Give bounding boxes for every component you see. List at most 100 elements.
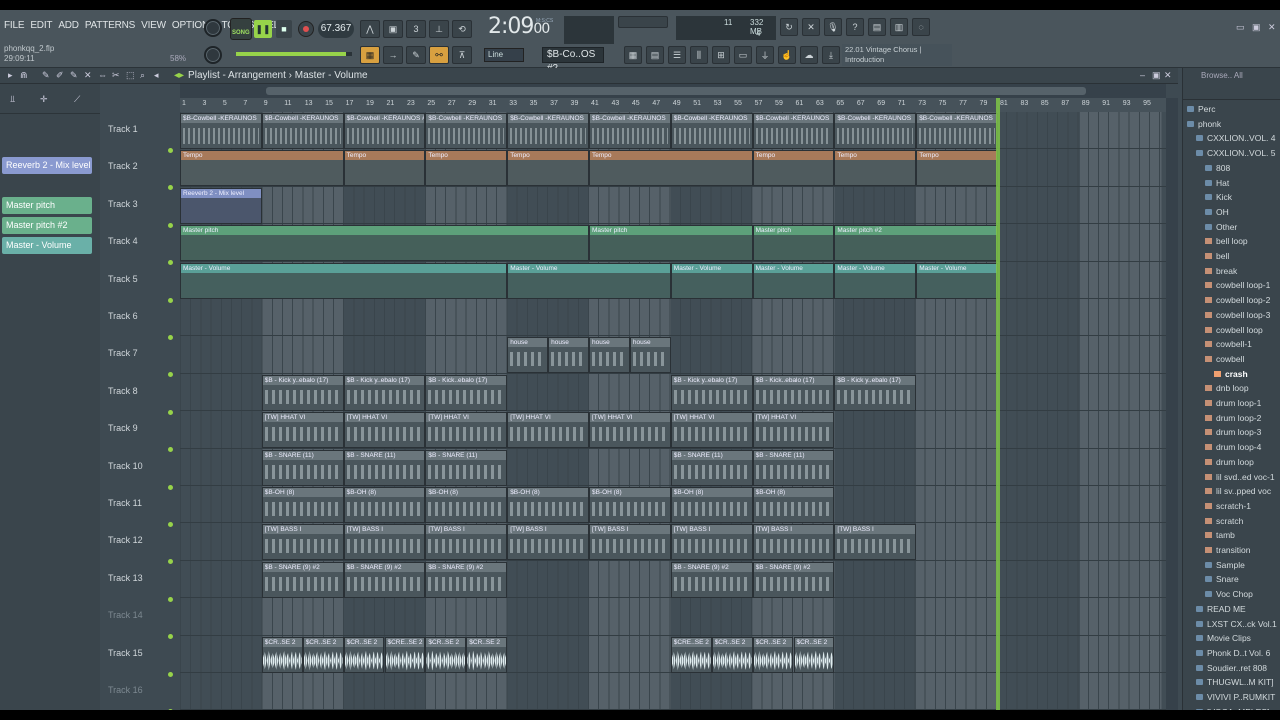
- timeline-ruler[interactable]: 1 3 5 7 9 11 13 15 17 19 21 23 25 27 29 31 33 35 37 39 41 43 4…: [180, 98, 1166, 112]
- playlist-clip[interactable]: $B-Cowbell -KERAUNOS: [180, 113, 262, 149]
- playlist-clip[interactable]: $B-Cowbell -KERAUNOS: [507, 113, 589, 149]
- plug-icon[interactable]: ⏚: [756, 46, 774, 64]
- slice-tool-icon[interactable]: ✂: [112, 70, 120, 81]
- playlist-clip[interactable]: $B-Cowbell -KERAUNOS: [916, 113, 998, 149]
- track-name[interactable]: Track 9: [108, 423, 138, 433]
- track-enable-led[interactable]: [168, 148, 173, 153]
- playlist-clip[interactable]: $CR..SE 2: [711, 636, 753, 673]
- playlist-view-icon[interactable]: ▦: [360, 46, 380, 64]
- playlist-clip[interactable]: Reeverb 2 - Mix level: [180, 187, 262, 224]
- browser-item[interactable]: Other: [1183, 220, 1280, 234]
- clip-source-pitch[interactable]: Master pitch: [2, 197, 92, 214]
- track-enable-led[interactable]: [168, 297, 173, 303]
- browser-item[interactable]: cowbell loop-1: [1183, 278, 1280, 292]
- track-name[interactable]: Track 10: [108, 461, 143, 471]
- playlist-clip[interactable]: $CR..SE 2: [302, 636, 344, 673]
- playlist-clip[interactable]: $CR..SE 2: [261, 636, 303, 673]
- play-arrow-icon[interactable]: ▸: [8, 70, 13, 81]
- browser-item[interactable]: Sample: [1183, 558, 1280, 572]
- master-knob[interactable]: [204, 19, 222, 37]
- browser-item[interactable]: drum loop-2: [1183, 411, 1280, 425]
- browser-item[interactable]: CXXLION..VOL. 5: [1183, 146, 1280, 160]
- song-end-marker[interactable]: [996, 98, 1000, 710]
- playlist-clip[interactable]: $B-OH (8): [425, 487, 508, 523]
- track-enable-led[interactable]: [168, 634, 173, 640]
- arrow-right-icon[interactable]: →: [383, 46, 403, 64]
- menu-item-edit[interactable]: EDIT: [30, 20, 52, 31]
- minimize-icon[interactable]: ▭: [1236, 22, 1245, 33]
- playlist-clip[interactable]: $B - SNARE (9) #2: [670, 561, 753, 598]
- playlist-clip[interactable]: $CRE..SE 2: [670, 636, 712, 673]
- countdown-icon[interactable]: 3: [406, 20, 426, 38]
- browser-item[interactable]: Perc: [1183, 102, 1280, 116]
- playlist-clip[interactable]: $B - Kick y..ebalo (17): [343, 374, 426, 411]
- clip-source-volume[interactable]: Master - Volume: [2, 237, 92, 254]
- track-name[interactable]: Track 14: [108, 610, 143, 620]
- browser-item[interactable]: Movie Clips: [1183, 631, 1280, 645]
- track-enable-led[interactable]: [168, 671, 173, 677]
- track-enable-led[interactable]: [168, 709, 173, 710]
- playlist-clip[interactable]: $B - SNARE (11): [425, 449, 508, 486]
- playlist-clip[interactable]: house: [548, 337, 589, 374]
- piano-roll-icon[interactable]: ▤: [646, 46, 664, 64]
- playlist-clip[interactable]: $B - SNARE (9) #2: [343, 561, 426, 598]
- browser-item[interactable]: drum loop-1: [1183, 396, 1280, 410]
- browser-item[interactable]: Phonk D..t Vol. 6: [1183, 646, 1280, 660]
- track-name[interactable]: Track 4: [108, 236, 138, 246]
- playlist-clip[interactable]: $B - Kick..ebalo (17): [425, 374, 508, 411]
- playlist-clip[interactable]: [TW] HHAT VI: [589, 412, 671, 449]
- playlist-clip[interactable]: Master - Volume: [834, 262, 917, 299]
- playlist-clip[interactable]: $B - Kick y..ebalo (17): [670, 374, 753, 411]
- track-enable-led[interactable]: [168, 222, 173, 228]
- track-enable-led[interactable]: [168, 409, 173, 415]
- playlist-clip[interactable]: house: [589, 337, 630, 374]
- track-name[interactable]: Track 5: [108, 274, 138, 284]
- track-name[interactable]: Track 12: [108, 535, 143, 545]
- playlist-clip[interactable]: house: [507, 337, 549, 374]
- playlist-clip[interactable]: [TW] BASS I: [343, 524, 426, 561]
- track-enable-led[interactable]: [168, 559, 173, 565]
- playlist-clip[interactable]: Tempo: [834, 150, 917, 187]
- playlist-clip[interactable]: Tempo: [916, 150, 998, 187]
- playlist-clip[interactable]: Master - Volume: [507, 262, 671, 299]
- browser-item[interactable]: drum loop-3: [1183, 425, 1280, 439]
- playlist-clip[interactable]: [TW] BASS I: [834, 524, 917, 561]
- playlist-clip[interactable]: [TW] BASS I: [752, 524, 835, 561]
- touch-icon[interactable]: ☝: [778, 46, 796, 64]
- playlist-minimize-icon[interactable]: –: [1140, 70, 1145, 80]
- browser-icon[interactable]: ▭: [734, 46, 752, 64]
- paint-tool-icon[interactable]: ✐: [56, 70, 64, 81]
- track-name[interactable]: Track 8: [108, 386, 138, 396]
- playlist-grid[interactable]: $B-Cowbell -KERAUNOS $B-Cowbell -KERAUNOS…: [180, 112, 1166, 710]
- playlist-clip[interactable]: $B-OH (8): [261, 487, 344, 523]
- browser-item[interactable]: LXST CX..ck Vol.1: [1183, 617, 1280, 631]
- playlist-clip[interactable]: $B-OH (8): [752, 487, 835, 523]
- track-enable-led[interactable]: [168, 447, 173, 453]
- browser-item[interactable]: bell: [1183, 249, 1280, 263]
- refresh-icon[interactable]: ↻: [780, 18, 798, 36]
- browser-item[interactable]: dnb loop: [1183, 381, 1280, 395]
- playlist-clip[interactable]: $CR..SE 2: [343, 636, 385, 673]
- track-enable-led[interactable]: [168, 185, 173, 191]
- playlist-clip[interactable]: Tempo: [752, 150, 835, 187]
- browser-item[interactable]: scratch-1: [1183, 499, 1280, 513]
- playlist-close-icon[interactable]: ✕: [1164, 70, 1172, 81]
- playlist-clip[interactable]: Tempo: [507, 150, 589, 187]
- help-icon[interactable]: ?: [846, 18, 864, 36]
- clip-source-pitch[interactable]: Master pitch #2: [2, 217, 92, 234]
- select-tool-icon[interactable]: ⬚: [126, 70, 135, 81]
- playlist-clip[interactable]: $CR..SE 2: [793, 636, 835, 673]
- playlist-clip[interactable]: $CR..SE 2: [425, 636, 467, 673]
- playlist-clip[interactable]: [TW] BASS I: [507, 524, 589, 561]
- playlist-clip[interactable]: [TW] BASS I: [670, 524, 753, 561]
- track-enable-led[interactable]: [168, 372, 173, 378]
- playlist-clip[interactable]: Tempo: [180, 150, 344, 187]
- track-name[interactable]: Track 11: [108, 498, 142, 508]
- horizontal-scrollbar[interactable]: [180, 84, 1166, 98]
- browser-item[interactable]: crash: [1183, 367, 1280, 381]
- playlist-clip[interactable]: Master - Volume: [752, 262, 835, 299]
- browser-item[interactable]: Voc Chop: [1183, 587, 1280, 601]
- playlist-clip[interactable]: $CR..SE 2: [466, 636, 508, 673]
- plugin-icon[interactable]: ▥: [890, 18, 908, 36]
- browser-item[interactable]: Snare: [1183, 572, 1280, 586]
